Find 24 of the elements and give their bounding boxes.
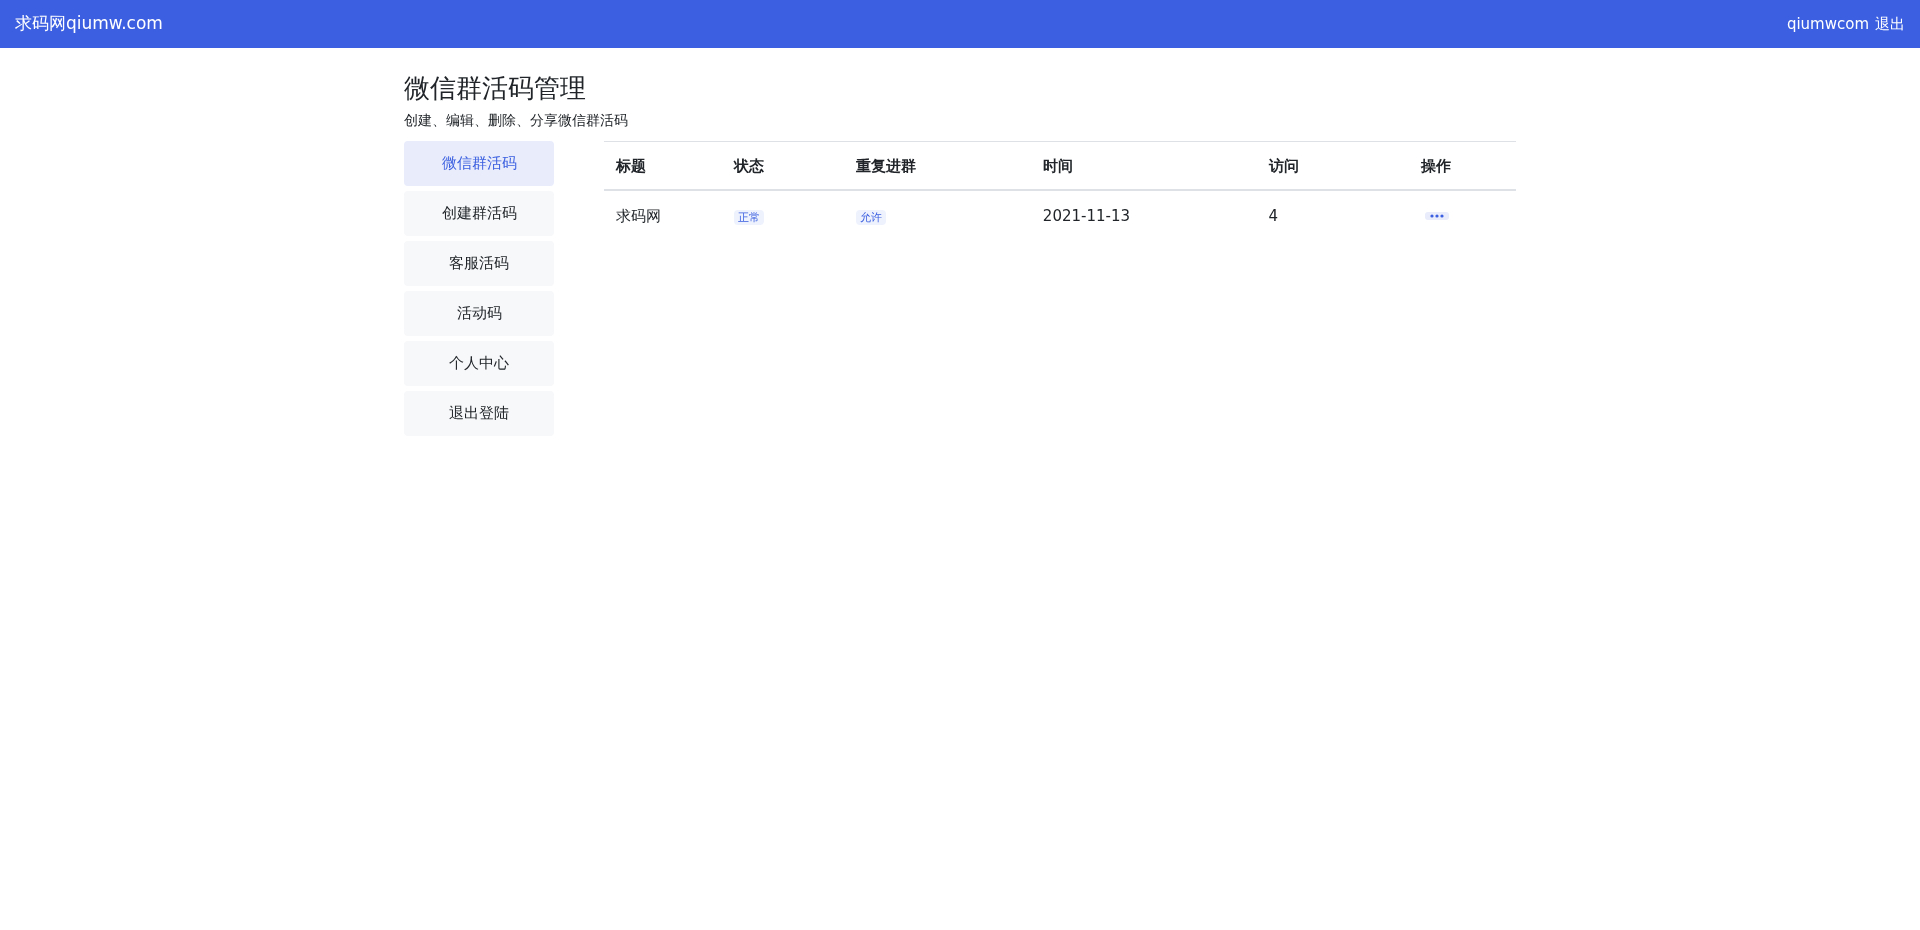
column-header: 访问 <box>1268 156 1299 175</box>
more-button[interactable] <box>1424 212 1449 220</box>
username: qiumwcom <box>1786 13 1869 35</box>
sidebar-item[interactable]: 创建群活码 <box>404 191 554 236</box>
more-icon <box>1429 214 1444 218</box>
table-cell: 2021-11-13 <box>1042 206 1131 225</box>
column-header: 标题 <box>616 156 646 175</box>
column-header: 操作 <box>1420 156 1451 175</box>
brand-link[interactable]: 求码网qiumw.com <box>15 11 163 37</box>
page-title: 微信群活码管理 <box>404 72 587 105</box>
page-subtitle: 创建、编辑、删除、分享微信群活码 <box>404 111 629 130</box>
table-cell: 求码网 <box>616 206 661 225</box>
sidebar-item[interactable]: 微信群活码 <box>404 141 554 186</box>
sidebar-item[interactable]: 客服活码 <box>404 241 554 286</box>
logout-link[interactable]: 退出 <box>1875 12 1905 36</box>
repeat-join-badge: 允许 <box>856 209 887 225</box>
sidebar-item[interactable]: 个人中心 <box>404 341 554 386</box>
column-header: 重复进群 <box>856 156 917 175</box>
status-badge: 正常 <box>733 209 764 225</box>
sidebar-item[interactable]: 退出登陆 <box>404 391 554 436</box>
column-header: 时间 <box>1042 156 1073 175</box>
table-cell: 4 <box>1268 206 1279 225</box>
sidebar-item[interactable]: 活动码 <box>404 291 554 336</box>
column-header: 状态 <box>733 156 764 175</box>
